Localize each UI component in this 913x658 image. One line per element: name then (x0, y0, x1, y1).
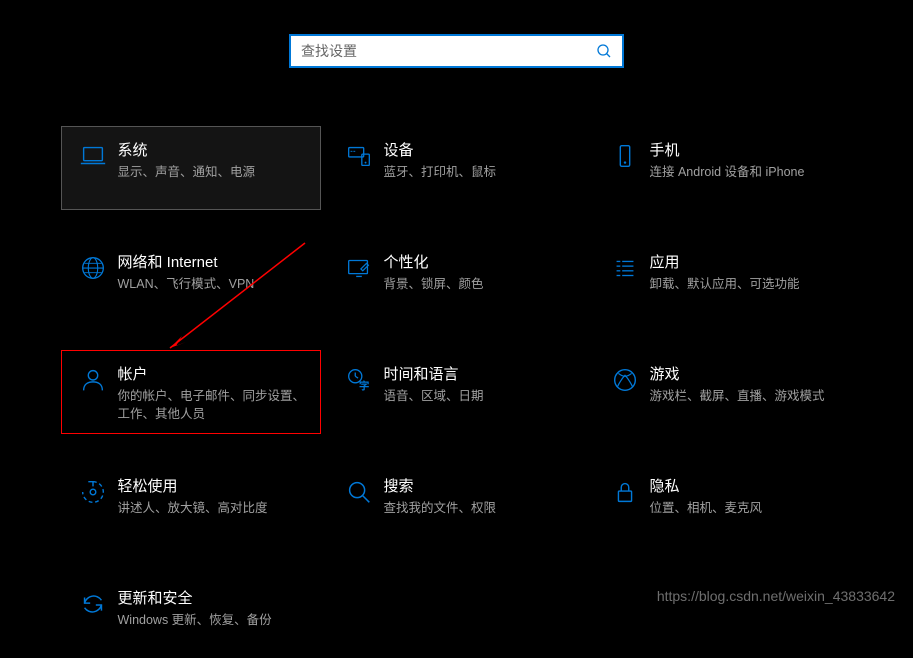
tile-network[interactable]: 网络和 Internet WLAN、飞行模式、VPN (61, 238, 321, 322)
tile-title: 系统 (118, 139, 256, 160)
search-tile-icon (342, 475, 376, 507)
search-box[interactable] (289, 34, 624, 68)
laptop-icon (76, 139, 110, 171)
ease-icon (76, 475, 110, 507)
tile-update-security[interactable]: 更新和安全 Windows 更新、恢复、备份 (61, 574, 321, 658)
tile-search[interactable]: 搜索 查找我的文件、权限 (327, 462, 587, 546)
tile-title: 手机 (650, 139, 805, 160)
tile-title: 时间和语言 (384, 363, 484, 384)
personalize-icon (342, 251, 376, 283)
tile-accounts[interactable]: 帐户 你的帐户、电子邮件、同步设置、工作、其他人员 (61, 350, 321, 434)
tile-time-language[interactable]: 字 时间和语言 语音、区域、日期 (327, 350, 587, 434)
tile-desc: 蓝牙、打印机、鼠标 (384, 164, 497, 182)
tile-title: 隐私 (650, 475, 763, 496)
tile-desc: 连接 Android 设备和 iPhone (650, 164, 805, 182)
tile-desc: 查找我的文件、权限 (384, 500, 497, 518)
tile-desc: 显示、声音、通知、电源 (118, 164, 256, 182)
lock-icon (608, 475, 642, 507)
devices-icon (342, 139, 376, 171)
globe-icon (76, 251, 110, 283)
tile-desc: 你的帐户、电子邮件、同步设置、工作、其他人员 (118, 388, 306, 423)
tile-title: 应用 (650, 251, 800, 272)
tile-title: 帐户 (118, 363, 306, 384)
search-container (0, 0, 913, 68)
tile-desc: 讲述人、放大镜、高对比度 (118, 500, 268, 518)
tile-personalization[interactable]: 个性化 背景、锁屏、颜色 (327, 238, 587, 322)
tile-phone[interactable]: 手机 连接 Android 设备和 iPhone (593, 126, 853, 210)
tile-title: 个性化 (384, 251, 484, 272)
search-input[interactable] (301, 43, 596, 59)
apps-icon (608, 251, 642, 283)
tile-desc: 语音、区域、日期 (384, 388, 484, 406)
svg-text:字: 字 (359, 379, 369, 392)
time-language-icon: 字 (342, 363, 376, 395)
tile-ease-of-access[interactable]: 轻松使用 讲述人、放大镜、高对比度 (61, 462, 321, 546)
tile-title: 游戏 (650, 363, 825, 384)
tile-title: 设备 (384, 139, 497, 160)
tile-title: 更新和安全 (118, 587, 272, 608)
tile-gaming[interactable]: 游戏 游戏栏、截屏、直播、游戏模式 (593, 350, 853, 434)
update-icon (76, 587, 110, 619)
tile-privacy[interactable]: 隐私 位置、相机、麦克风 (593, 462, 853, 546)
tile-desc: 卸载、默认应用、可选功能 (650, 276, 800, 294)
watermark: https://blog.csdn.net/weixin_43833642 (657, 588, 895, 604)
tile-system[interactable]: 系统 显示、声音、通知、电源 (61, 126, 321, 210)
settings-grid: 系统 显示、声音、通知、电源 设备 蓝牙、打印机、鼠标 手机 连接 Androi… (0, 68, 913, 658)
tile-desc: Windows 更新、恢复、备份 (118, 612, 272, 630)
tile-apps[interactable]: 应用 卸载、默认应用、可选功能 (593, 238, 853, 322)
tile-title: 搜索 (384, 475, 497, 496)
tile-desc: 位置、相机、麦克风 (650, 500, 763, 518)
xbox-icon (608, 363, 642, 395)
tile-title: 网络和 Internet (118, 251, 255, 272)
tile-title: 轻松使用 (118, 475, 268, 496)
phone-icon (608, 139, 642, 171)
search-icon (596, 43, 612, 59)
tile-desc: 背景、锁屏、颜色 (384, 276, 484, 294)
person-icon (76, 363, 110, 395)
tile-desc: WLAN、飞行模式、VPN (118, 276, 255, 294)
tile-desc: 游戏栏、截屏、直播、游戏模式 (650, 388, 825, 406)
tile-devices[interactable]: 设备 蓝牙、打印机、鼠标 (327, 126, 587, 210)
